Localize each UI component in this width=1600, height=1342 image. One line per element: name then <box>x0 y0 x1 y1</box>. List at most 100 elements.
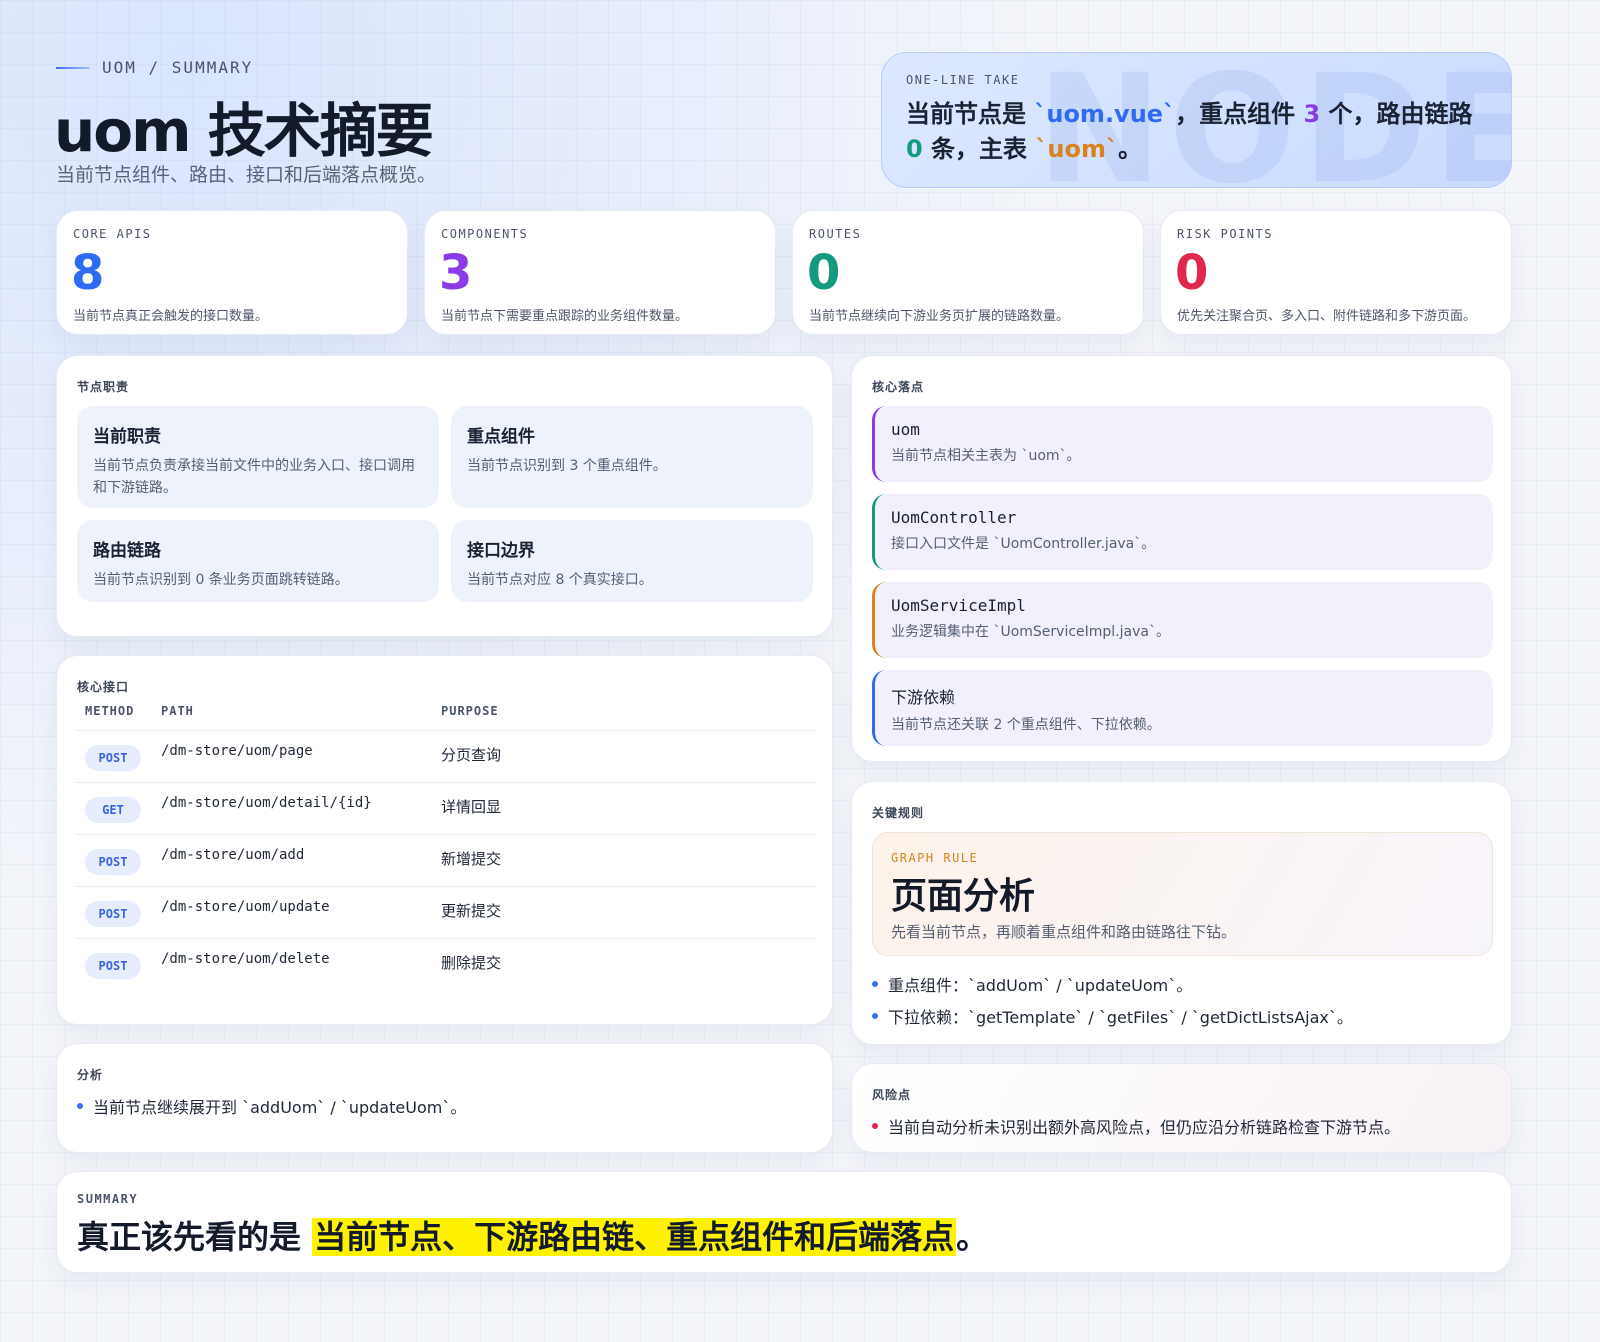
take-text-part: 当前节点是 <box>906 100 1035 128</box>
summary-kicker: SUMMARY <box>77 1192 139 1206</box>
risk-card: 风险点 当前自动分析未识别出额外高风险点，但仍应沿分析链路检查下游节点。 <box>851 1063 1512 1153</box>
api-purpose: 分页查询 <box>441 746 502 764</box>
bullet-dot <box>77 1103 83 1109</box>
stat-label: RISK POINTS <box>1177 227 1273 241</box>
tile-key-components: 重点组件 当前节点识别到 3 个重点组件。 <box>451 406 813 508</box>
landing-item-desc: 业务逻辑集中在 `UomServiceImpl.java`。 <box>891 624 1170 640</box>
table-row[interactable]: POST /dm-store/uom/delete 删除提交 <box>75 938 815 991</box>
tile-body: 当前节点对应 8 个真实接口。 <box>467 572 653 588</box>
landing-item: UomServiceImpl 业务逻辑集中在 `UomServiceImpl.j… <box>872 582 1493 658</box>
api-purpose: 详情回显 <box>441 798 502 816</box>
tile-title: 重点组件 <box>467 427 535 447</box>
api-path: /dm-store/uom/page <box>161 743 313 759</box>
table-row[interactable]: GET /dm-store/uom/detail/{id} 详情回显 <box>75 782 815 835</box>
section-title: 节点职责 <box>77 380 130 394</box>
stat-value: 0 <box>807 245 841 301</box>
landing-item: 下游依赖 当前节点还关联 2 个重点组件、下拉依赖。 <box>872 670 1493 746</box>
tile-title: 当前职责 <box>93 427 161 447</box>
summary-highlight: 当前节点、下游路由链、重点组件和后端落点 <box>312 1218 957 1256</box>
eyebrow-text: UOM / SUMMARY <box>102 58 254 77</box>
stat-card-components: COMPONENTS 3 当前节点下需要重点跟踪的业务组件数量。 <box>424 210 776 335</box>
landing-card: 核心落点 uom 当前节点相关主表为 `uom`。 UomController … <box>851 355 1512 762</box>
summary-tail: 。 <box>956 1218 989 1256</box>
stat-value: 3 <box>439 245 473 301</box>
stat-value: 0 <box>1175 245 1209 301</box>
rules-card: 关键规则 GRAPH RULE 页面分析 先看当前节点，再顺着重点组件和路由链路… <box>851 781 1512 1045</box>
column-header-path: PATH <box>161 704 194 718</box>
section-title: 核心接口 <box>77 680 130 694</box>
method-badge: POST <box>85 953 141 979</box>
take-text-part: 。 <box>1118 135 1143 163</box>
take-table: `uom` <box>1035 135 1119 163</box>
table-row[interactable]: POST /dm-store/uom/update 更新提交 <box>75 886 815 939</box>
api-path: /dm-store/uom/detail/{id} <box>161 795 372 811</box>
take-components: 3 <box>1303 100 1321 128</box>
take-text-part: 条，主表 <box>922 135 1036 163</box>
api-path: /dm-store/uom/update <box>161 899 330 915</box>
column-header-purpose: PURPOSE <box>441 704 499 718</box>
section-title: 分析 <box>77 1068 104 1082</box>
stat-card-core-apis: CORE APIS 8 当前节点真正会触发的接口数量。 <box>56 210 408 335</box>
table-row[interactable]: POST /dm-store/uom/page 分页查询 <box>75 730 815 783</box>
tile-body: 当前节点识别到 0 条业务页面跳转链路。 <box>93 572 349 588</box>
analysis-card: 分析 当前节点继续展开到 `addUom` / `updateUom`。 <box>56 1043 833 1153</box>
one-line-take-card: NODE ONE-LINE TAKE 当前节点是 `uom.vue`，重点组件 … <box>881 52 1512 188</box>
stat-desc: 当前节点继续向下游业务页扩展的链路数量。 <box>809 309 1070 324</box>
landing-item-desc: 当前节点还关联 2 个重点组件、下拉依赖。 <box>891 717 1161 733</box>
section-title: 关键规则 <box>872 806 925 820</box>
landing-item-name: UomController <box>891 508 1017 527</box>
api-purpose: 新增提交 <box>441 850 502 868</box>
stat-label: ROUTES <box>809 227 862 241</box>
stat-desc: 当前节点真正会触发的接口数量。 <box>73 309 269 324</box>
take-text-part: 个，路由链路 <box>1320 100 1473 128</box>
list-item: 当前自动分析未识别出额外高风险点，但仍应沿分析链路检查下游节点。 <box>872 1114 1400 1138</box>
stat-desc: 优先关注聚合页、多入口、附件链路和多下游页面。 <box>1177 309 1477 324</box>
column-header-method: METHOD <box>85 704 135 718</box>
method-badge: POST <box>85 849 141 875</box>
landing-item: uom 当前节点相关主表为 `uom`。 <box>872 406 1493 482</box>
rule-kicker: GRAPH RULE <box>891 851 979 865</box>
eyebrow: UOM / SUMMARY <box>56 58 253 77</box>
tile-title: 路由链路 <box>93 541 161 561</box>
graph-rule-box: GRAPH RULE 页面分析 先看当前节点，再顺着重点组件和路由链路往下钻。 <box>872 832 1493 956</box>
api-purpose: 更新提交 <box>441 902 502 920</box>
list-item: 当前节点继续展开到 `addUom` / `updateUom`。 <box>77 1094 466 1118</box>
tile-route-links: 路由链路 当前节点识别到 0 条业务页面跳转链路。 <box>77 520 439 602</box>
take-text: 当前节点是 `uom.vue`，重点组件 3 个，路由链路 0 条，主表 `uo… <box>906 97 1487 167</box>
summary-lead: 真正该先看的是 <box>77 1218 313 1256</box>
rule-desc: 先看当前节点，再顺着重点组件和路由链路往下钻。 <box>891 923 1237 941</box>
landing-item-desc: 当前节点相关主表为 `uom`。 <box>891 448 1081 464</box>
landing-item-name: 下游依赖 <box>891 688 956 707</box>
table-row[interactable]: POST /dm-store/uom/add 新增提交 <box>75 834 815 887</box>
stat-card-risk-points: RISK POINTS 0 优先关注聚合页、多入口、附件链路和多下游页面。 <box>1160 210 1512 335</box>
section-title: 风险点 <box>872 1088 912 1102</box>
stat-desc: 当前节点下需要重点跟踪的业务组件数量。 <box>441 309 689 324</box>
page-title: uom 技术摘要 <box>54 97 434 165</box>
method-badge: GET <box>85 797 141 823</box>
bullet-dot <box>872 1123 878 1129</box>
landing-item-name: uom <box>891 420 920 439</box>
bullet-text: 重点组件：`addUom` / `updateUom`。 <box>888 976 1193 995</box>
stat-label: CORE APIS <box>73 227 152 241</box>
landing-item: UomController 接口入口文件是 `UomController.jav… <box>872 494 1493 570</box>
take-text-part: ，重点组件 <box>1175 100 1304 128</box>
take-routes: 0 <box>906 135 923 163</box>
responsibility-card: 节点职责 当前职责 当前节点负责承接当前文件中的业务入口、接口调用和下游链路。 … <box>56 355 833 637</box>
api-purpose: 删除提交 <box>441 954 502 972</box>
summary-card: SUMMARY 真正该先看的是 当前节点、下游路由链、重点组件和后端落点。 <box>56 1171 1512 1273</box>
stat-label: COMPONENTS <box>441 227 529 241</box>
bullet-dot <box>872 1013 878 1019</box>
tile-body: 当前节点识别到 3 个重点组件。 <box>467 458 667 474</box>
bullet-text: 当前节点继续展开到 `addUom` / `updateUom`。 <box>93 1098 467 1117</box>
landing-item-name: UomServiceImpl <box>891 596 1026 615</box>
list-item: 重点组件：`addUom` / `updateUom`。 <box>872 972 1192 996</box>
api-table-card: 核心接口 METHOD PATH PURPOSE POST /dm-store/… <box>56 655 833 1025</box>
tile-title: 接口边界 <box>467 541 535 561</box>
bullet-text: 当前自动分析未识别出额外高风险点，但仍应沿分析链路检查下游节点。 <box>888 1118 1401 1137</box>
method-badge: POST <box>85 901 141 927</box>
tile-current-duty: 当前职责 当前节点负责承接当前文件中的业务入口、接口调用和下游链路。 <box>77 406 439 508</box>
section-title: 核心落点 <box>872 380 925 394</box>
tile-api-boundary: 接口边界 当前节点对应 8 个真实接口。 <box>451 520 813 602</box>
api-path: /dm-store/uom/add <box>161 847 305 863</box>
eyebrow-line <box>56 66 90 69</box>
